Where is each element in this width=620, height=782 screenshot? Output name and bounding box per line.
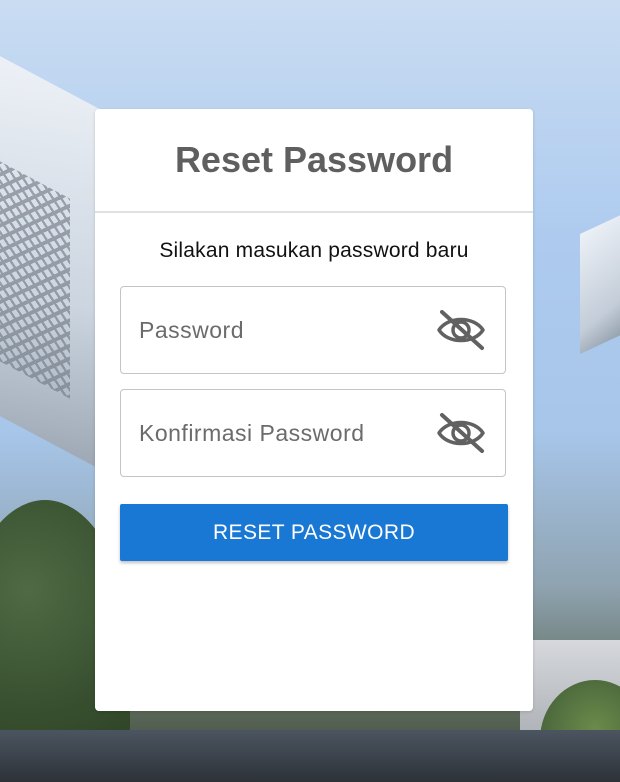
password-field <box>120 286 506 374</box>
toggle-password-visibility-button[interactable] <box>435 307 487 353</box>
instruction-text: Silakan masukan password baru <box>159 239 469 262</box>
reset-password-card: Reset Password Silakan masukan password … <box>95 109 533 711</box>
title-divider <box>95 211 533 213</box>
confirm-password-field <box>120 389 506 477</box>
street-decoration <box>0 730 620 782</box>
eye-off-icon <box>437 310 485 350</box>
tower-right-decoration <box>580 206 620 354</box>
eye-off-icon <box>437 413 485 453</box>
reset-password-button[interactable]: RESET PASSWORD <box>120 504 508 561</box>
confirm-password-input[interactable] <box>139 390 429 476</box>
password-input[interactable] <box>139 287 429 373</box>
tower-lattice-decoration <box>0 161 70 399</box>
toggle-confirm-password-visibility-button[interactable] <box>435 410 487 456</box>
card-title: Reset Password <box>174 139 454 180</box>
